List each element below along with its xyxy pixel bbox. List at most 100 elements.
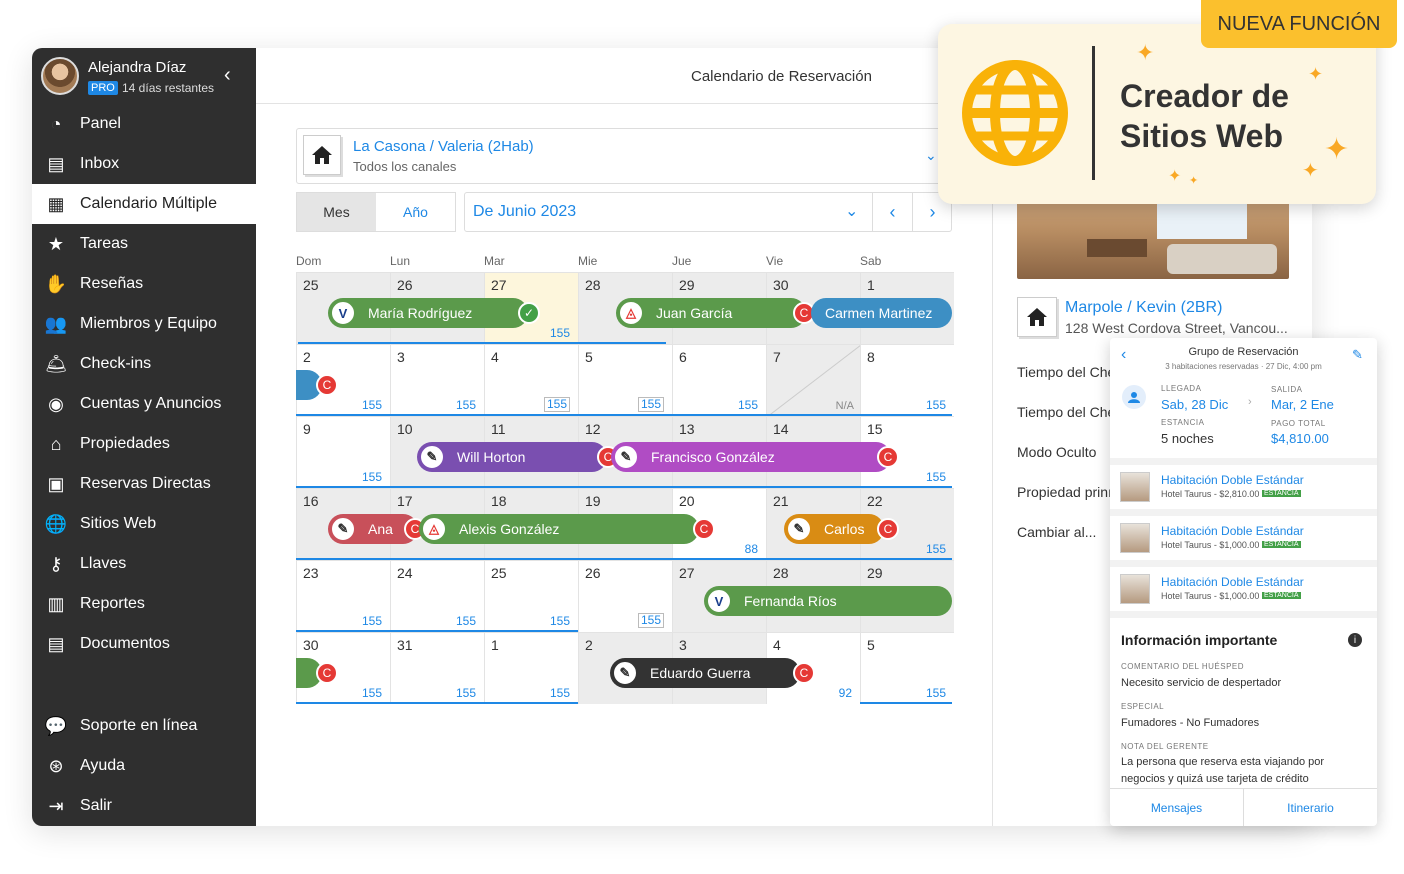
sidebar-item-globe[interactable]: 🌐 Sitios Web <box>32 504 256 544</box>
calendar-day[interactable]: 4 155 <box>484 344 578 416</box>
day-number: 30 <box>773 277 789 293</box>
sparkle-icon: ✦ <box>1136 40 1155 65</box>
tab-messages[interactable]: Mensajes <box>1110 789 1243 826</box>
calendar-day[interactable]: 25 155 <box>484 560 578 632</box>
booking-bar[interactable]: V Fernanda Ríos <box>704 586 952 616</box>
avatar[interactable] <box>41 57 79 95</box>
booking-bar[interactable]: ◬ Alexis González <box>419 514 699 544</box>
sidebar-item-team[interactable]: 👥 Miembros y Equipo <box>32 304 256 344</box>
manager-note-label: NOTA DEL GERENTE <box>1121 742 1209 751</box>
booking-bar[interactable]: ✎ Francisco González <box>611 442 891 472</box>
guest-name: Will Horton <box>457 449 526 465</box>
calendar-day[interactable]: 1 155 <box>484 632 578 704</box>
month-label: De Junio 2023 <box>473 203 577 220</box>
prev-month-button[interactable]: ‹ <box>872 193 912 231</box>
home-icon <box>1017 297 1057 337</box>
weekday-label: Vie <box>766 254 784 268</box>
booking-bar[interactable]: ✎ Will Horton <box>417 442 607 472</box>
reservation-card: ‹ ✎ Grupo de Reservación 3 habitaciones … <box>1110 338 1377 826</box>
guest-name: Alexis González <box>459 521 560 537</box>
sparkle-icon: ✦ <box>1302 160 1319 182</box>
booking-bar[interactable]: ✎ Eduardo Guerra <box>610 658 800 688</box>
day-price: 88 <box>744 542 758 556</box>
arrival-date: Sab, 28 Dic <box>1161 397 1229 412</box>
sidebar-item-inbox[interactable]: ▤ Inbox <box>32 144 256 184</box>
cancel-status-icon: C <box>693 518 715 540</box>
day-number: 27 <box>491 277 507 293</box>
calendar-day[interactable]: 3 155 <box>390 344 484 416</box>
airbnb-icon: ◬ <box>618 300 644 326</box>
calendar-day[interactable]: 24 155 <box>390 560 484 632</box>
promo-card[interactable]: Creador de Sitios Web ✦ ✦ ✦ ✦ ✦ ✦ <box>938 24 1376 204</box>
day-number: 2 <box>303 349 311 365</box>
week-underline <box>296 486 952 488</box>
panel-row[interactable]: Propiedad prinı <box>1017 484 1112 500</box>
guest-name: Carmen Martinez <box>825 305 933 321</box>
weekday-label: Mar <box>484 254 505 268</box>
info-icon[interactable]: i <box>1348 633 1362 647</box>
tab-year[interactable]: Año <box>376 193 455 231</box>
calendar-day[interactable]: 26 155 <box>578 560 672 632</box>
sidebar-item-account[interactable]: ◉ Cuentas y Anuncios <box>32 384 256 424</box>
calendar-day[interactable]: 23 155 <box>296 560 390 632</box>
room-item[interactable]: Habitación Doble Estándar Hotel Taurus -… <box>1110 567 1377 611</box>
day-number: 31 <box>397 637 413 653</box>
room-item[interactable]: Habitación Doble Estándar Hotel Taurus -… <box>1110 516 1377 560</box>
booking-bar[interactable]: V María Rodríguez <box>328 298 528 328</box>
week-underline <box>298 342 666 344</box>
sidebar-item-logout[interactable]: ⇥ Salir <box>32 786 256 826</box>
day-number: 7 <box>773 349 781 365</box>
sidebar-item-bell[interactable]: 🛎 Check-ins <box>32 344 256 384</box>
month-select[interactable]: De Junio 2023 ⌄ ‹ › <box>464 192 952 232</box>
sidebar-item-chat[interactable]: 💬 Soporte en línea <box>32 706 256 746</box>
booking-bar[interactable]: ◬ Juan García <box>616 298 806 328</box>
panel-row[interactable]: Tiempo del Che <box>1017 404 1115 420</box>
sidebar-item-dashboard[interactable]: ◔ Panel <box>32 104 256 144</box>
panel-property-name[interactable]: Marpole / Kevin (2BR) <box>1065 299 1222 317</box>
globe-icon: 🌐 <box>44 513 68 534</box>
day-number: 8 <box>867 349 875 365</box>
sidebar-item-home[interactable]: ⌂ Propiedades <box>32 424 256 464</box>
calendar-day[interactable]: 7 N/A <box>766 344 861 417</box>
property-name: La Casona / Valeria (2Hab) <box>353 138 534 155</box>
day-number: 21 <box>773 493 789 509</box>
departure-date: Mar, 2 Ene <box>1271 397 1334 412</box>
property-select[interactable]: La Casona / Valeria (2Hab) Todos los can… <box>296 128 946 184</box>
sidebar-item-chart[interactable]: ▥ Reportes <box>32 584 256 624</box>
week-underline <box>860 702 952 704</box>
calendar-day[interactable]: 5 155 <box>860 632 954 704</box>
calendar-day[interactable]: 31 155 <box>390 632 484 704</box>
day-price: 155 <box>925 542 946 556</box>
guest-comment: Necesito servicio de despertador <box>1121 677 1282 689</box>
sidebar-item-label: Cuentas y Anuncios <box>80 395 222 412</box>
tab-itinerary[interactable]: Itinerario <box>1243 789 1377 826</box>
panel-row[interactable]: Modo Oculto <box>1017 444 1096 460</box>
sidebar-item-help[interactable]: ⊛ Ayuda <box>32 746 256 786</box>
promo-title: Creador de Sitios Web <box>1120 78 1289 154</box>
day-number: 19 <box>585 493 601 509</box>
day-number: 10 <box>397 421 413 437</box>
calendar-day[interactable]: 6 155 <box>672 344 766 416</box>
sidebar-item-calendar[interactable]: ▦ Calendario Múltiple <box>32 184 256 224</box>
sidebar-item-key[interactable]: ⚷ Llaves <box>32 544 256 584</box>
calendar-day[interactable]: 5 155 <box>578 344 672 416</box>
sidebar-item-document[interactable]: ▤ Documentos <box>32 624 256 664</box>
calendar-day[interactable]: 9 155 <box>296 416 390 488</box>
booking-bar[interactable]: Carmen Martinez <box>811 298 952 328</box>
sidebar-item-review[interactable]: ✋ Reseñas <box>32 264 256 304</box>
sidebar-item-direct-booking[interactable]: ▣ Reservas Directas <box>32 464 256 504</box>
panel-row[interactable]: Tiempo del Che <box>1017 364 1115 380</box>
calendar-day[interactable]: 8 155 <box>860 344 954 416</box>
room-item[interactable]: Habitación Doble Estándar Hotel Taurus -… <box>1110 465 1377 509</box>
booking-bar[interactable]: ✎ Carlos <box>784 514 884 544</box>
sidebar-item-label: Calendario Múltiple <box>80 195 217 212</box>
day-price: 92 <box>838 686 852 700</box>
day-number: 15 <box>867 421 883 437</box>
week-underline <box>296 702 578 704</box>
collapse-sidebar-icon[interactable]: ‹ <box>224 64 231 87</box>
sidebar-item-label: Reportes <box>80 595 145 612</box>
sidebar-item-star[interactable]: ★ Tareas <box>32 224 256 264</box>
tab-month[interactable]: Mes <box>297 193 376 231</box>
panel-row[interactable]: Cambiar al... <box>1017 524 1096 540</box>
day-number: 5 <box>585 349 593 365</box>
